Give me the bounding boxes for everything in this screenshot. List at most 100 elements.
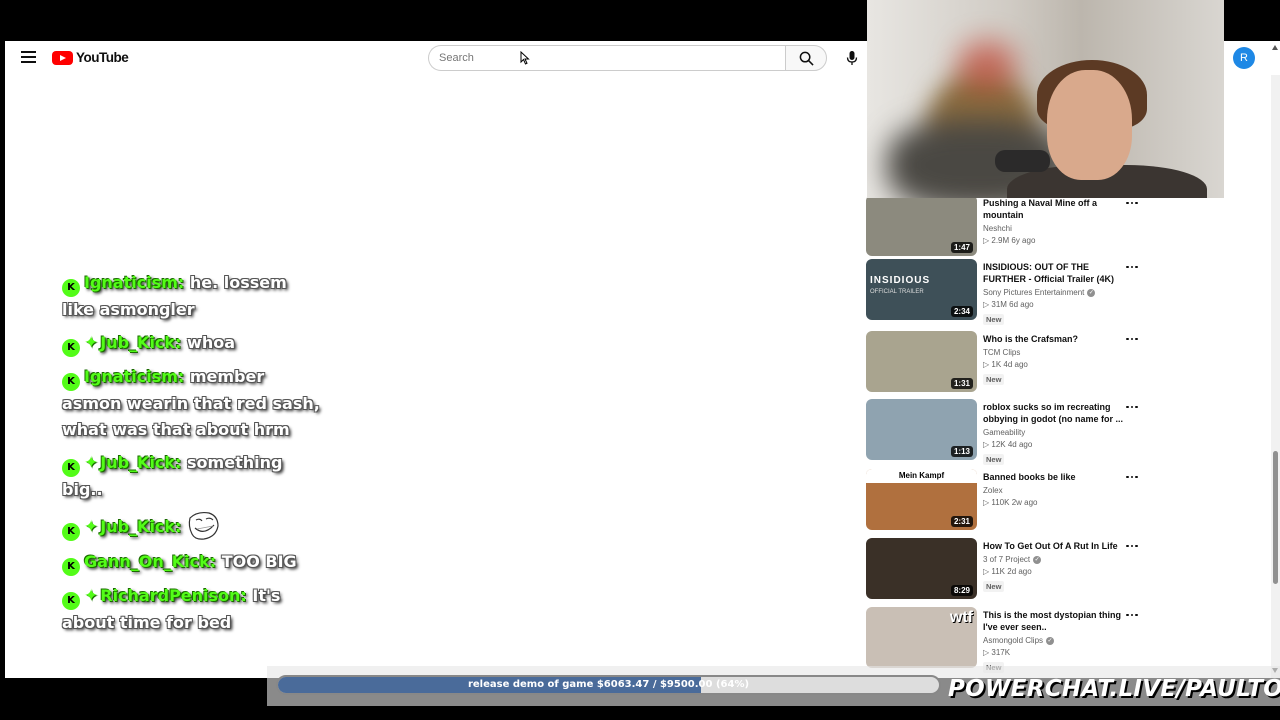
related-video-item[interactable]: 1:47 Pushing a Naval Mine off a mountain N… bbox=[865, 195, 1165, 265]
avatar[interactable]: R bbox=[1233, 47, 1255, 69]
kick-badge-icon: K bbox=[62, 339, 80, 357]
video-thumbnail[interactable]: 1:47 bbox=[866, 195, 977, 256]
thumbnail-text: Mein Kampf bbox=[866, 469, 977, 483]
verified-icon: ✓ bbox=[1033, 555, 1042, 564]
video-duration: 1:13 bbox=[950, 446, 973, 457]
trollface-emote-icon bbox=[187, 510, 221, 542]
video-title[interactable]: How To Get Out Of A Rut In Life bbox=[983, 540, 1123, 552]
chat-message: K ✦ Jub_Kick: whoa bbox=[62, 330, 322, 357]
more-options-icon[interactable] bbox=[1125, 197, 1139, 209]
kick-badge-icon: K bbox=[62, 459, 80, 477]
video-thumbnail[interactable]: INSIDIOUS OFFICIAL TRAILER 2:34 bbox=[866, 259, 977, 320]
video-stats: ▷ 1K 4d ago bbox=[983, 360, 1028, 369]
video-title[interactable]: This is the most dystopian thing I've ev… bbox=[983, 609, 1123, 633]
video-stats: ▷ 110K 2w ago bbox=[983, 498, 1038, 507]
more-options-icon[interactable] bbox=[1125, 333, 1139, 345]
channel-name[interactable]: Gameability bbox=[983, 428, 1123, 437]
verified-icon: ✓ bbox=[1087, 288, 1096, 297]
microphone-icon bbox=[846, 51, 858, 65]
video-duration: 8:29 bbox=[950, 585, 973, 596]
video-thumbnail[interactable]: 8:29 bbox=[866, 538, 977, 599]
youtube-logo[interactable]: YouTube bbox=[52, 50, 129, 65]
video-stats: ▷ 317K bbox=[983, 648, 1011, 657]
channel-name[interactable]: Zolex bbox=[983, 486, 1123, 495]
scrollbar-track[interactable] bbox=[1271, 75, 1280, 678]
thumbnail-text: INSIDIOUS bbox=[870, 275, 931, 286]
new-badge: New bbox=[983, 581, 1005, 592]
new-badge: New bbox=[983, 374, 1005, 385]
search-input[interactable] bbox=[429, 46, 786, 70]
scrollbar-thumb[interactable] bbox=[1273, 451, 1278, 584]
chat-message: K ✦ Jub_Kick: something big.. bbox=[62, 450, 322, 503]
related-video-item[interactable]: INSIDIOUS OFFICIAL TRAILER 2:34 INSIDIOUS: … bbox=[865, 259, 1165, 329]
new-badge: New bbox=[983, 454, 1005, 465]
video-meta: Pushing a Naval Mine off a mountain Neshc… bbox=[983, 197, 1123, 245]
video-meta: roblox sucks so im recreating obbying in… bbox=[983, 401, 1123, 467]
video-title[interactable]: roblox sucks so im recreating obbying in… bbox=[983, 401, 1123, 425]
chat-username: Jub_Kick: bbox=[100, 517, 188, 536]
chat-message: K Ignaticism: member asmon wearin that re… bbox=[62, 364, 322, 443]
channel-name[interactable]: TCM Clips bbox=[983, 348, 1123, 357]
scroll-up-icon[interactable] bbox=[1272, 45, 1278, 50]
search-button[interactable] bbox=[785, 45, 827, 71]
logo-text: YouTube bbox=[76, 50, 129, 65]
chat-message: K Ignaticism: he. lossem like asmongler bbox=[62, 270, 322, 323]
more-options-icon[interactable] bbox=[1125, 540, 1139, 552]
video-thumbnail[interactable]: 1:13 bbox=[866, 399, 977, 460]
related-video-item[interactable]: 8:29 How To Get Out Of A Rut In Life 3 of … bbox=[865, 538, 1165, 608]
video-thumbnail[interactable]: wtf bbox=[866, 607, 977, 668]
video-meta: INSIDIOUS: OUT OF THE FURTHER - Official… bbox=[983, 261, 1123, 327]
channel-name[interactable]: Asmongold Clips ✓ bbox=[983, 636, 1123, 645]
kick-badge-icon: K bbox=[62, 592, 80, 610]
video-title[interactable]: INSIDIOUS: OUT OF THE FURTHER - Official… bbox=[983, 261, 1123, 285]
related-video-item[interactable]: 1:13 roblox sucks so im recreating obbyin… bbox=[865, 399, 1165, 469]
chat-message: K Gann_On_Kick: TOO BIG bbox=[62, 549, 322, 576]
video-title[interactable]: Pushing a Naval Mine off a mountain bbox=[983, 197, 1123, 221]
channel-name[interactable]: Sony Pictures Entertainment ✓ bbox=[983, 288, 1123, 297]
chat-username: Ignaticism: bbox=[84, 367, 190, 386]
more-options-icon[interactable] bbox=[1125, 471, 1139, 483]
chat-message: K ✦ Jub_Kick: bbox=[62, 510, 322, 542]
chat-username: Gann_On_Kick: bbox=[84, 552, 222, 571]
video-meta: How To Get Out Of A Rut In Life 3 of 7 Pr… bbox=[983, 540, 1123, 594]
youtube-play-icon bbox=[52, 50, 73, 65]
related-video-item[interactable]: 1:31 Who is the Crafsman? TCM Clips ▷ 1K 4d… bbox=[865, 331, 1165, 401]
verified-icon: ✓ bbox=[1046, 636, 1055, 645]
search-icon bbox=[799, 51, 814, 66]
subscriber-badge-icon: ✦ bbox=[84, 333, 99, 353]
related-video-item[interactable]: Mein Kampf 2:31 Banned books be like Zolex ▷… bbox=[865, 469, 1165, 539]
video-thumbnail[interactable]: 1:31 bbox=[866, 331, 977, 392]
video-duration: 2:34 bbox=[950, 306, 973, 317]
voice-search-button[interactable] bbox=[841, 47, 863, 69]
subscriber-badge-icon: ✦ bbox=[84, 453, 99, 473]
chat-username: Jub_Kick: bbox=[100, 333, 188, 352]
channel-name[interactable]: 3 of 7 Project ✓ bbox=[983, 555, 1123, 564]
chat-text: TOO BIG bbox=[221, 552, 297, 571]
menu-icon[interactable] bbox=[21, 51, 36, 63]
search-box[interactable] bbox=[428, 45, 786, 71]
video-stats: ▷ 31M 6d ago bbox=[983, 300, 1034, 309]
more-options-icon[interactable] bbox=[1125, 609, 1139, 621]
video-meta: Who is the Crafsman? TCM Clips ▷ 1K 4d ago… bbox=[983, 333, 1123, 387]
video-duration: 1:47 bbox=[950, 242, 973, 253]
video-duration: 1:31 bbox=[950, 378, 973, 389]
channel-name[interactable]: Neshchi bbox=[983, 224, 1123, 233]
subscriber-badge-icon: ✦ bbox=[84, 586, 99, 606]
more-options-icon[interactable] bbox=[1125, 261, 1139, 273]
webcam-overlay bbox=[867, 0, 1224, 198]
video-title[interactable]: Who is the Crafsman? bbox=[983, 333, 1123, 345]
video-meta: Banned books be like Zolex ▷ 110K 2w ago bbox=[983, 471, 1123, 507]
video-title[interactable]: Banned books be like bbox=[983, 471, 1123, 483]
more-options-icon[interactable] bbox=[1125, 401, 1139, 413]
video-stats: ▷ 12K 4d ago bbox=[983, 440, 1033, 449]
kick-badge-icon: K bbox=[62, 523, 80, 541]
chat-overlay: K Ignaticism: he. lossem like asmongler K ✦… bbox=[62, 270, 322, 643]
video-thumbnail[interactable]: Mein Kampf 2:31 bbox=[866, 469, 977, 530]
goal-text: release demo of game $6063.47 / $9500.00… bbox=[467, 679, 750, 690]
microphone-icon bbox=[995, 150, 1050, 172]
stream-screen: YouTube R 1: bbox=[0, 0, 1280, 720]
chat-username: Jub_Kick: bbox=[100, 453, 188, 472]
kick-badge-icon: K bbox=[62, 558, 80, 576]
chat-username: Ignaticism: bbox=[84, 273, 190, 292]
thumbnail-subtext: OFFICIAL TRAILER bbox=[870, 289, 924, 295]
